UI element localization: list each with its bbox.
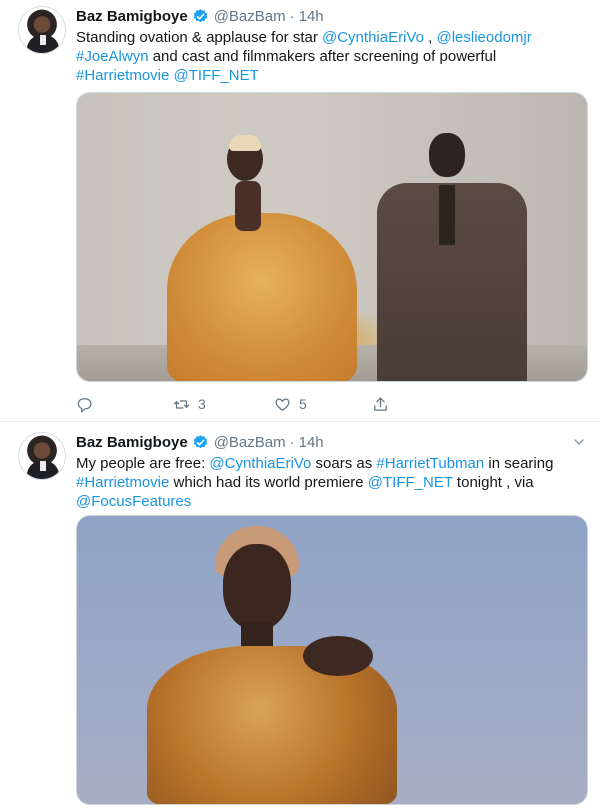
mention-link[interactable]: @CynthiaEriVo: [322, 29, 424, 46]
tweet-menu-button[interactable]: [570, 433, 588, 451]
photo-figure-man-head: [429, 133, 465, 177]
verified-badge-icon: [193, 8, 207, 22]
tweet-header: Baz Bamigboye @BazBam · 14h: [76, 432, 324, 452]
tweet-text-segment: which had its world premiere: [169, 474, 368, 491]
tweet-text-segment: Standing ovation & applause for star: [76, 29, 322, 46]
tweet-text-segment: in searing: [484, 455, 554, 472]
retweet-count: 3: [198, 396, 206, 412]
hashtag-link[interactable]: #HarrietTubman: [376, 455, 484, 472]
avatar-collar: [40, 461, 46, 471]
tweet-text-segment: ,: [423, 29, 437, 46]
photo-figure-man-shirt: [439, 185, 455, 245]
mention-link[interactable]: @TIFF_NET: [174, 67, 259, 84]
tweet-actions: 3 5: [76, 394, 406, 414]
share-button[interactable]: [372, 396, 389, 413]
verified-badge-icon: [193, 434, 207, 448]
share-icon: [374, 396, 387, 411]
mention-link[interactable]: @CynthiaEriVo: [209, 455, 311, 472]
tweet[interactable]: Baz Bamigboye @BazBam · 14h Standing ova…: [0, 0, 600, 422]
tweet-text-segment: soars as: [311, 455, 377, 472]
separator-dot: ·: [289, 433, 295, 451]
photo-figure-torso: [235, 181, 261, 231]
tweet-text: My people are free: @CynthiaEriVo soars …: [76, 454, 586, 511]
reply-button[interactable]: [76, 396, 101, 413]
tweet-photo[interactable]: [76, 515, 588, 805]
author-handle[interactable]: @BazBam: [214, 8, 286, 25]
mention-link[interactable]: @leslieodomjr: [436, 29, 531, 46]
retweet-button[interactable]: 3: [173, 396, 206, 413]
photo-figure-face: [223, 544, 291, 630]
like-button[interactable]: 5: [274, 396, 307, 413]
avatar[interactable]: [18, 6, 66, 54]
retweet-icon: [173, 399, 190, 409]
tweet-text-segment: and cast and filmmakers after screening …: [148, 48, 497, 65]
hashtag-link[interactable]: #Harrietmovie: [76, 474, 169, 491]
author-name[interactable]: Baz Bamigboye: [76, 434, 188, 451]
tweet[interactable]: Baz Bamigboye @BazBam · 14h My people ar…: [0, 422, 600, 810]
mention-link[interactable]: @TIFF_NET: [368, 474, 453, 491]
like-count: 5: [299, 396, 307, 412]
timestamp[interactable]: 14h: [299, 434, 324, 451]
tweet-header: Baz Bamigboye @BazBam · 14h: [76, 6, 324, 26]
reply-icon: [77, 397, 92, 413]
avatar-collar: [40, 35, 46, 45]
photo-figure-headband: [229, 135, 261, 151]
hashtag-link[interactable]: #Harrietmovie: [76, 67, 169, 84]
separator-dot: ·: [289, 7, 295, 25]
heart-icon: [275, 397, 290, 411]
photo-figure-dress: [167, 213, 357, 381]
mention-link[interactable]: @FocusFeatures: [76, 493, 191, 510]
hashtag-link[interactable]: #JoeAlwyn: [76, 48, 149, 65]
tweet-photo[interactable]: [76, 92, 588, 382]
tweet-text: Standing ovation & applause for star @Cy…: [76, 28, 586, 85]
tweet-text-segment: tonight , via: [452, 474, 534, 491]
avatar[interactable]: [18, 432, 66, 480]
author-name[interactable]: Baz Bamigboye: [76, 8, 188, 25]
tweet-text-segment: My people are free:: [76, 455, 210, 472]
photo-figure-shoulder: [303, 636, 373, 676]
author-handle[interactable]: @BazBam: [214, 434, 286, 451]
timestamp[interactable]: 14h: [299, 8, 324, 25]
chevron-down-icon: [574, 439, 584, 445]
